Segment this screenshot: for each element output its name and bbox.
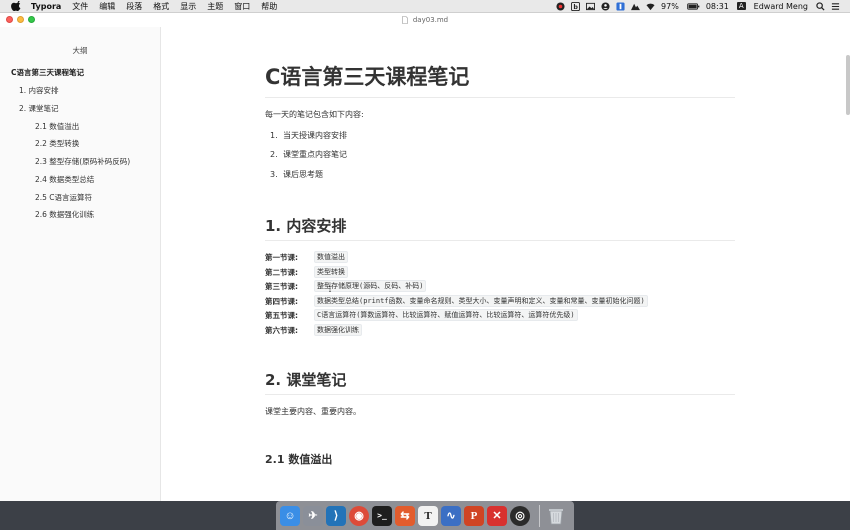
dock: ☺ ✈ ⟩ ◉ >_ ⇆ T ∿ P ✕ ◎	[276, 501, 574, 530]
list-item[interactable]: 2. 课堂重点内容笔记	[270, 149, 347, 160]
obs-icon[interactable]: ◎	[510, 505, 530, 526]
wifi-icon[interactable]	[646, 2, 655, 11]
dock-separator	[539, 504, 540, 527]
list-item[interactable]: 3. 课后思考题	[270, 169, 323, 180]
schedule-line[interactable]: 第四节课: 数据类型总结(printf函数、变量命名规则、类型大小、变量声明和定义…	[265, 295, 648, 307]
trash-icon[interactable]	[546, 506, 566, 526]
heading-divider	[265, 97, 735, 98]
paw-app-icon[interactable]: ∿	[441, 505, 461, 526]
user-name[interactable]: Edward Meng	[754, 2, 808, 11]
menu-list-icon[interactable]	[831, 2, 840, 11]
outline-item-operators[interactable]: 2.5 C语言运算符	[35, 192, 92, 203]
intro-paragraph[interactable]: 每一天的笔记包含如下内容:	[265, 109, 364, 120]
section2-paragraph[interactable]: 课堂主要内容、重要内容。	[265, 406, 361, 417]
vscode-icon[interactable]: ⟩	[326, 505, 346, 526]
minimize-button[interactable]	[17, 16, 24, 23]
schedule-line[interactable]: 第三节课: 整型存储原理(源码、反码、补码)	[265, 280, 427, 292]
menu-file[interactable]: 文件	[72, 1, 88, 12]
outline-item-data-types[interactable]: 2.4 数据类型总结	[35, 174, 94, 185]
heading-divider	[265, 240, 735, 241]
menu-help[interactable]: 帮助	[261, 1, 277, 12]
svg-text:b: b	[573, 4, 578, 11]
input-source-indicator[interactable]: A	[736, 2, 746, 10]
schedule-line[interactable]: 第五节课: C语言运算符(算数运算符、比较运算符、赋值运算符、比较运算符、运算符优…	[265, 309, 578, 321]
title-bar: day03.md	[0, 13, 850, 27]
menu-edit[interactable]: 编辑	[99, 1, 115, 12]
doc-heading-section-1[interactable]: 1. 内容安排	[265, 215, 346, 236]
outline-item-class-notes[interactable]: 2. 课堂笔记	[19, 103, 59, 114]
battery-percent: 97%	[661, 1, 679, 11]
typora-window: day03.md 大纲 C语言第三天课程笔记 1. 内容安排 2. 课堂笔记 2…	[0, 13, 850, 501]
schedule-line[interactable]: 第一节课: 数值溢出	[265, 251, 348, 263]
close-button[interactable]	[6, 16, 13, 23]
antivirus-icon[interactable]	[616, 1, 625, 11]
menu-paragraph[interactable]: 段落	[126, 1, 142, 12]
typora-icon[interactable]: T	[418, 505, 438, 526]
menu-bar: Typora 文件 编辑 段落 格式 显示 主题 窗口 帮助 b 97% 08:…	[0, 0, 850, 13]
list-item[interactable]: 1. 当天授课内容安排	[270, 130, 347, 141]
doc-heading-1[interactable]: C语言第三天课程笔记	[265, 61, 469, 91]
menu-format[interactable]: 格式	[153, 1, 169, 12]
menu-window[interactable]: 窗口	[234, 1, 250, 12]
schedule-line[interactable]: 第二节课: 类型转换	[265, 266, 348, 278]
menu-theme[interactable]: 主题	[207, 1, 223, 12]
outline-sidebar: 大纲 C语言第三天课程笔记 1. 内容安排 2. 课堂笔记 2.1 数值溢出 2…	[0, 27, 161, 501]
b-icon[interactable]: b	[571, 1, 581, 11]
menu-view[interactable]: 显示	[180, 1, 196, 12]
clock[interactable]: 08:31	[706, 2, 729, 11]
document-filename: day03.md	[412, 16, 449, 24]
network-app-icon[interactable]: ⇆	[395, 505, 415, 526]
outline-item-integer-storage[interactable]: 2.3 整型存储(原码补码反码)	[35, 156, 130, 167]
apple-icon[interactable]	[11, 1, 21, 11]
powerpoint-icon[interactable]: P	[464, 505, 484, 526]
sidebar-header[interactable]: 大纲	[0, 45, 160, 55]
doc-heading-section-2[interactable]: 2. 课堂笔记	[265, 369, 346, 390]
text-cursor-icon	[329, 286, 331, 292]
status-area: b 97% 08:31 A Edward Meng	[556, 2, 840, 11]
window-title: day03.md	[402, 16, 448, 24]
battery-icon[interactable]	[687, 2, 700, 11]
mountain-icon[interactable]	[631, 2, 641, 11]
window-controls	[6, 16, 39, 23]
zoom-button[interactable]	[28, 16, 35, 23]
outline-item-training[interactable]: 2.6 数据强化训练	[35, 209, 94, 220]
finder-icon[interactable]: ☺	[280, 505, 300, 526]
menu-app-typora[interactable]: Typora	[31, 2, 61, 11]
document-icon	[402, 16, 408, 24]
person-icon[interactable]	[601, 1, 610, 11]
outline-item-h1[interactable]: C语言第三天课程笔记	[11, 67, 84, 78]
terminal-icon[interactable]: >_	[372, 505, 392, 526]
outline-item-content-plan[interactable]: 1. 内容安排	[19, 85, 59, 96]
outline-item-overflow[interactable]: 2.1 数值溢出	[35, 121, 79, 132]
editor-pane[interactable]: C语言第三天课程笔记 每一天的笔记包含如下内容: 1. 当天授课内容安排 2. 课堂…	[161, 27, 850, 501]
outline-item-type-conversion[interactable]: 2.2 类型转换	[35, 138, 79, 149]
trash-can-icon	[549, 508, 563, 524]
picture-icon[interactable]	[586, 2, 596, 11]
scrollbar[interactable]	[846, 55, 850, 115]
xmind-icon[interactable]: ✕	[487, 505, 507, 526]
heading-divider	[265, 394, 735, 395]
launchpad-icon[interactable]: ✈	[303, 505, 323, 526]
record-icon[interactable]	[556, 1, 565, 11]
search-icon[interactable]	[816, 1, 825, 11]
doc-heading-2-1[interactable]: 2.1 数值溢出	[265, 451, 332, 467]
schedule-line[interactable]: 第六节课: 数据强化训练	[265, 324, 362, 336]
chrome-icon[interactable]: ◉	[349, 505, 369, 526]
